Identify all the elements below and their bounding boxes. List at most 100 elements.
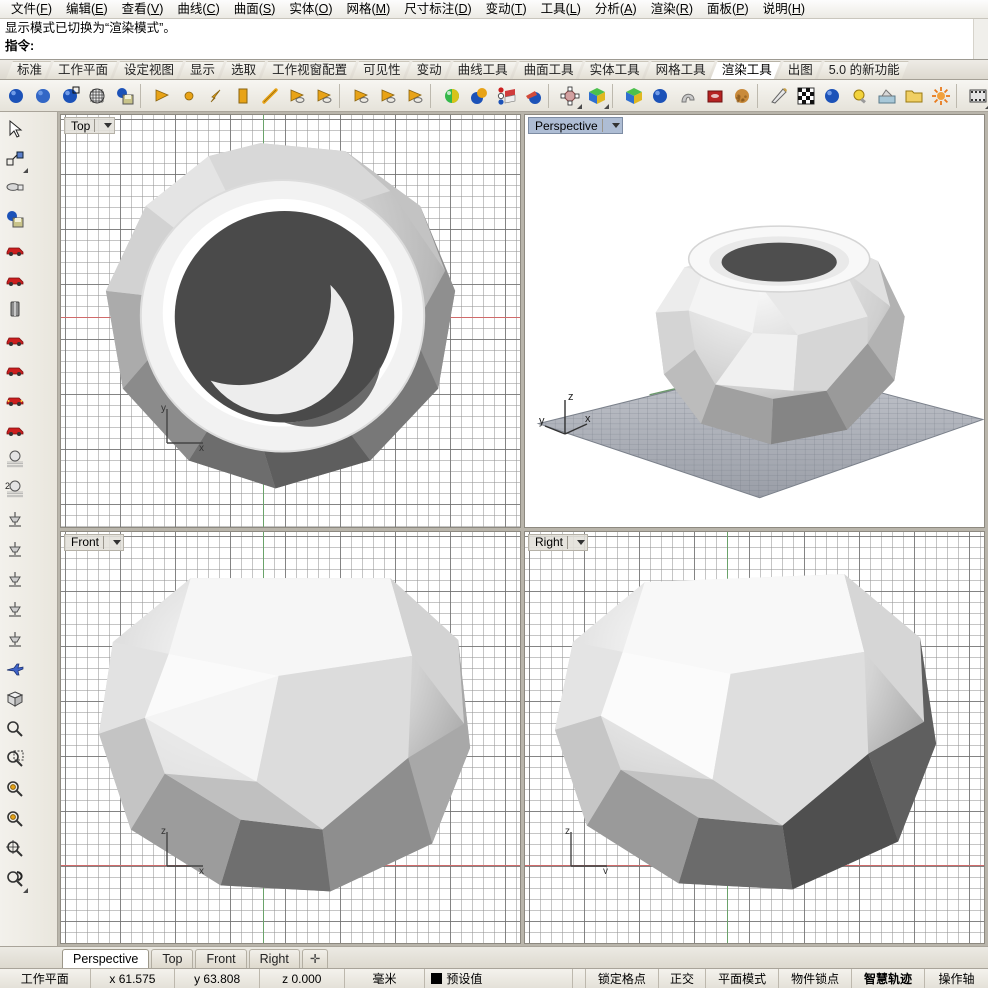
menu-item-1[interactable]: 编辑(E) — [59, 0, 115, 18]
flyout-corner-icon[interactable] — [577, 104, 582, 109]
viewport-tab-right[interactable]: Right — [249, 949, 300, 968]
plane-blue-icon[interactable] — [0, 654, 29, 684]
light-thin-icon[interactable] — [0, 594, 29, 624]
status-toggle-osnap[interactable]: 物件锁点 — [779, 969, 852, 988]
status-toggle-grid-snap[interactable]: 锁定格点 — [586, 969, 659, 988]
zoom-out-icon[interactable] — [0, 714, 29, 744]
toolbar-tab-7[interactable]: 变动 — [406, 61, 451, 79]
menu-item-11[interactable]: 渲染(R) — [644, 0, 700, 18]
light-array-icon[interactable] — [0, 534, 29, 564]
viewport-top-title-button[interactable]: Top — [64, 117, 115, 134]
spotlight-stand-icon[interactable] — [0, 504, 29, 534]
toolbar-tab-3[interactable]: 显示 — [179, 61, 224, 79]
env-sphere-icon[interactable] — [647, 82, 674, 110]
status-cplane[interactable]: 工作平面 — [0, 969, 91, 988]
menu-item-2[interactable]: 查看(V) — [115, 0, 171, 18]
viewport-front[interactable]: z x Front — [60, 531, 521, 945]
menu-item-0[interactable]: 文件(F) — [4, 0, 59, 18]
car-small-red-icon[interactable] — [0, 324, 29, 354]
flyout-corner-icon[interactable] — [23, 168, 28, 173]
zoom-extents-icon[interactable] — [0, 834, 29, 864]
status-layer[interactable]: 预设值 — [425, 969, 573, 988]
render-preview-icon[interactable] — [0, 174, 29, 204]
sun-icon[interactable] — [927, 82, 954, 110]
two-sphere-icon[interactable]: 2 — [0, 474, 29, 504]
env-cube-icon[interactable] — [620, 82, 647, 110]
viewport-tab-top[interactable]: Top — [151, 949, 193, 968]
status-toggle-gumball[interactable]: 操作轴 — [925, 969, 988, 988]
backdrop-icon[interactable] — [701, 82, 728, 110]
box-mapping-icon[interactable] — [583, 82, 610, 110]
toolbar-tab-13[interactable]: 出图 — [777, 61, 822, 79]
status-toggle-planar[interactable]: 平面模式 — [706, 969, 779, 988]
toolbar-tab-5[interactable]: 工作视窗配置 — [261, 61, 356, 79]
menu-item-3[interactable]: 曲线(C) — [170, 0, 226, 18]
light-small-icon[interactable] — [0, 564, 29, 594]
checker-icon[interactable] — [792, 82, 819, 110]
toolbar-tab-4[interactable]: 选取 — [220, 61, 265, 79]
viewport-right-menu-icon[interactable] — [567, 536, 585, 549]
render-sphere-select-icon[interactable] — [57, 82, 84, 110]
texture-mapping-icon[interactable] — [556, 82, 583, 110]
select-window-icon[interactable] — [0, 144, 29, 174]
filmstrip-icon[interactable] — [964, 82, 988, 110]
directional-light-icon[interactable] — [202, 82, 229, 110]
material-sphere-icon[interactable] — [438, 82, 465, 110]
cylinder-gray-icon[interactable] — [0, 294, 29, 324]
light-shadow-icon[interactable] — [401, 82, 428, 110]
material-list-icon[interactable] — [492, 82, 519, 110]
car-flat-red-icon[interactable] — [0, 354, 29, 384]
render-save-icon[interactable] — [111, 82, 138, 110]
toolbar-tab-8[interactable]: 曲线工具 — [447, 61, 517, 79]
render-mesh-globe-icon[interactable] — [84, 82, 111, 110]
toolbar-tab-10[interactable]: 实体工具 — [579, 61, 649, 79]
zoom-target-icon[interactable] — [0, 804, 29, 834]
light-direction-icon[interactable] — [347, 82, 374, 110]
viewport-tab-perspective[interactable]: Perspective — [62, 949, 149, 968]
menu-item-4[interactable]: 曲面(S) — [227, 0, 283, 18]
point-light-icon[interactable] — [175, 82, 202, 110]
material-assign-icon[interactable] — [465, 82, 492, 110]
zoom-selected-icon[interactable] — [0, 774, 29, 804]
status-toggle-ortho[interactable]: 正交 — [659, 969, 706, 988]
env-curve-icon[interactable] — [674, 82, 701, 110]
viewport-front-menu-icon[interactable] — [103, 536, 121, 549]
zoom-window-icon[interactable] — [0, 744, 29, 774]
paint-brush-icon[interactable] — [765, 82, 792, 110]
cube-rotate-icon[interactable] — [0, 684, 29, 714]
toolbar-tab-1[interactable]: 工作平面 — [47, 61, 117, 79]
spotlight-icon[interactable] — [148, 82, 175, 110]
bump-texture-icon[interactable] — [728, 82, 755, 110]
render-sphere-icon[interactable] — [3, 82, 30, 110]
command-scrollbar[interactable] — [973, 19, 988, 59]
viewport-perspective-menu-icon[interactable] — [602, 119, 620, 132]
flyout-corner-icon[interactable] — [23, 888, 28, 893]
car-front-red-icon[interactable] — [0, 264, 29, 294]
flyout-corner-icon[interactable] — [604, 104, 609, 109]
command-input[interactable] — [34, 38, 988, 54]
status-units[interactable]: 毫米 — [345, 969, 426, 988]
car-lights-red-icon[interactable] — [0, 384, 29, 414]
car-render-red-icon[interactable] — [0, 234, 29, 264]
save-render-icon[interactable] — [0, 204, 29, 234]
viewport-top-menu-icon[interactable] — [94, 119, 112, 132]
gloss-sphere-icon[interactable] — [819, 82, 846, 110]
folder-icon[interactable] — [900, 82, 927, 110]
sphere-ground-icon[interactable] — [0, 444, 29, 474]
linear-light-icon[interactable] — [256, 82, 283, 110]
toolbar-tab-11[interactable]: 网格工具 — [645, 61, 715, 79]
toolbar-tab-14[interactable]: 5.0 的新功能 — [818, 61, 909, 79]
menu-item-12[interactable]: 面板(P) — [700, 0, 756, 18]
spotlight-target-icon[interactable] — [283, 82, 310, 110]
viewport-front-title-button[interactable]: Front — [64, 534, 124, 551]
spotlight-edit-icon[interactable] — [310, 82, 337, 110]
menu-item-5[interactable]: 实体(O) — [282, 0, 339, 18]
toolbar-tab-6[interactable]: 可见性 — [352, 61, 410, 79]
light-rotate-icon[interactable] — [374, 82, 401, 110]
toolbar-tab-12[interactable]: 渲染工具 — [711, 61, 781, 79]
status-toggle-smarttrack[interactable]: 智慧轨迹 — [852, 969, 925, 988]
arrow-select-icon[interactable] — [0, 114, 29, 144]
rectangular-light-icon[interactable] — [229, 82, 256, 110]
ground-plane-icon[interactable] — [873, 82, 900, 110]
menu-item-9[interactable]: 工具(L) — [534, 0, 588, 18]
